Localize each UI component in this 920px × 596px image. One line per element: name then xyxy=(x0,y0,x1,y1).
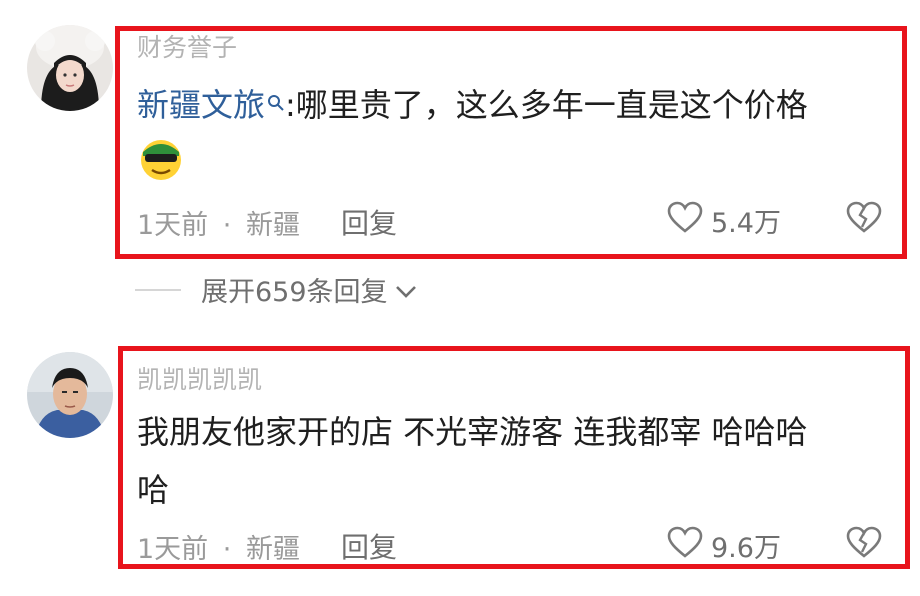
heart-icon xyxy=(667,526,711,565)
avatar[interactable] xyxy=(27,25,113,111)
comment-text: 新疆文旅 :哪里贵了，这么多年一直是这个价格 xyxy=(137,76,887,134)
dislike-button[interactable] xyxy=(846,526,882,562)
like-button[interactable]: 9.6万 xyxy=(667,526,781,565)
comment-body-line: 哈 xyxy=(137,471,170,509)
like-count: 9.6万 xyxy=(711,533,781,564)
avatar[interactable] xyxy=(27,352,113,438)
comment-body-line: 我朋友他家开的店 不光宰游客 连我都宰 哈哈哈 xyxy=(137,413,808,451)
like-button[interactable]: 5.4万 xyxy=(667,201,781,240)
expand-replies-label: 展开659条回复 xyxy=(201,277,388,308)
comment-time: 1天前 xyxy=(137,210,209,241)
sunglasses-emoji-icon xyxy=(137,134,185,186)
reply-button[interactable]: 回复 xyxy=(341,202,397,242)
divider-line xyxy=(135,288,181,291)
heart-icon xyxy=(667,201,711,240)
dislike-button[interactable] xyxy=(846,201,882,237)
comment-username[interactable]: 财务誉子 xyxy=(137,28,237,64)
comment-meta: 1天前 · 新疆 xyxy=(137,527,300,566)
search-icon xyxy=(267,72,285,130)
chevron-down-icon xyxy=(394,276,418,307)
comment-username[interactable]: 凯凯凯凯凯 xyxy=(137,360,262,396)
mention-link[interactable]: 新疆文旅 xyxy=(137,86,265,124)
reply-button[interactable]: 回复 xyxy=(341,526,397,566)
comment-location: 新疆 xyxy=(245,210,300,241)
comment-text: 我朋友他家开的店 不光宰游客 连我都宰 哈哈哈 哈 xyxy=(137,403,897,519)
comment-body: :哪里贵了，这么多年一直是这个价格 xyxy=(285,86,808,124)
comment-location: 新疆 xyxy=(245,534,300,565)
separator-dot: · xyxy=(222,210,232,241)
like-count: 5.4万 xyxy=(711,208,781,239)
expand-replies-button[interactable]: 展开659条回复 xyxy=(135,270,418,309)
separator-dot: · xyxy=(222,534,232,565)
broken-heart-icon xyxy=(846,526,882,562)
comment-meta: 1天前 · 新疆 xyxy=(137,203,300,242)
comment-time: 1天前 xyxy=(137,534,209,565)
broken-heart-icon xyxy=(846,201,882,237)
